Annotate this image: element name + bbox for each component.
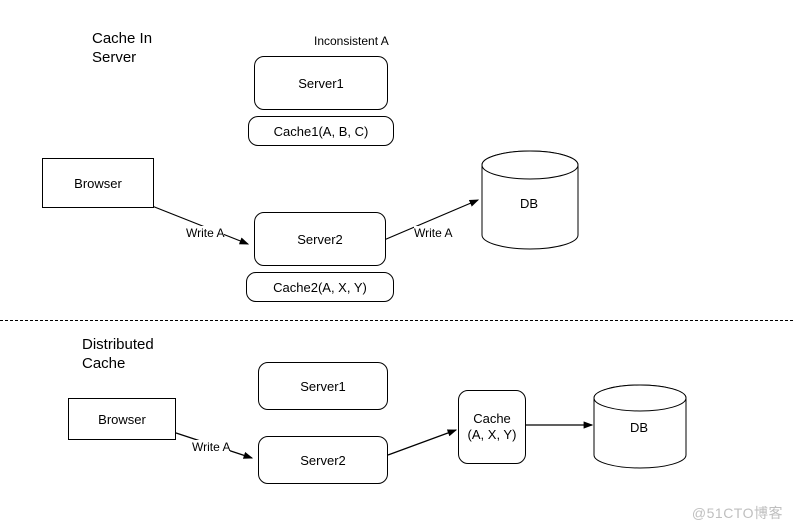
- cache-line1: Cache: [468, 411, 517, 427]
- text-server1-bottom: Server1: [300, 379, 346, 394]
- text-cache2-top: Cache2(A, X, Y): [273, 280, 367, 295]
- title-cache-in-server: Cache In Server: [92, 30, 152, 68]
- watermark: @51CTO博客: [692, 503, 783, 523]
- label-write-a-bottom: Write A: [192, 440, 230, 454]
- text-db-bottom: DB: [630, 420, 648, 435]
- box-browser-bottom: Browser: [68, 398, 176, 440]
- label-inconsistent: Inconsistent A: [314, 34, 389, 48]
- title-line2: Server: [92, 49, 152, 68]
- text-server2-top: Server2: [297, 232, 343, 247]
- text-server2-bottom: Server2: [300, 453, 346, 468]
- box-server1-top: Server1: [254, 56, 388, 110]
- box-server2-top: Server2: [254, 212, 386, 266]
- box-cache-bottom: Cache (A, X, Y): [458, 390, 526, 464]
- box-cache2-top: Cache2(A, X, Y): [246, 272, 394, 302]
- label-write-a-left: Write A: [186, 226, 224, 240]
- text-browser-bottom: Browser: [98, 412, 146, 427]
- label-write-a-right: Write A: [414, 226, 452, 240]
- section-divider: [0, 320, 793, 321]
- cache-line2: (A, X, Y): [468, 427, 517, 443]
- box-server1-bottom: Server1: [258, 362, 388, 410]
- title-line1: Cache In: [92, 30, 152, 49]
- box-browser-top: Browser: [42, 158, 154, 208]
- text-browser-top: Browser: [74, 176, 122, 191]
- title-distributed-cache: Distributed Cache: [82, 336, 154, 374]
- text-cache1-top: Cache1(A, B, C): [274, 124, 369, 139]
- title2-line2: Cache: [82, 355, 154, 374]
- text-server1-top: Server1: [298, 76, 344, 91]
- text-db-top: DB: [520, 196, 538, 211]
- box-server2-bottom: Server2: [258, 436, 388, 484]
- box-cache1-top: Cache1(A, B, C): [248, 116, 394, 146]
- title2-line1: Distributed: [82, 336, 154, 355]
